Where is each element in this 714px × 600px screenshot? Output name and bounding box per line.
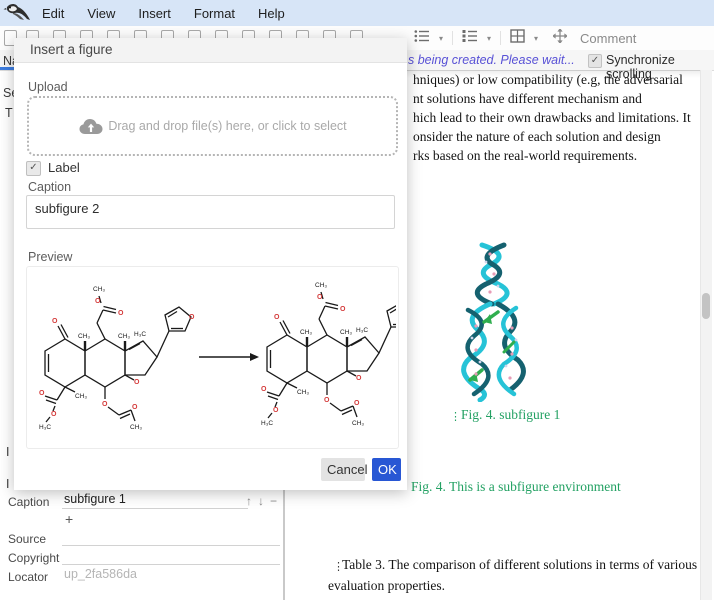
table-icon[interactable] [510,29,525,48]
prop-caption-label: Caption [8,495,49,509]
doc-text-line: hich lead to their own drawbacks and lim… [413,110,691,126]
menu-bar: Edit View Insert Format Help [0,0,714,26]
bullet-list-icon[interactable] [414,29,430,48]
prop-copyright-label: Copyright [8,551,59,565]
doc-text-line: hniques) or low compatibility (e.g, the … [413,72,683,88]
move-icon[interactable] [553,29,567,48]
table-caption-line-1: Table 3. The comparison of different sol… [342,557,697,573]
dna-figure-image[interactable] [452,242,532,407]
dropzone-hint-text: Drag and drop file(s) here, or click to … [108,119,346,133]
scrollbar-thumb[interactable] [702,293,710,319]
move-down-icon[interactable]: ↓ [258,494,264,508]
numbered-list-icon[interactable] [462,29,478,48]
toolbar-separator [500,31,501,45]
move-up-icon[interactable]: ↑ [246,494,252,508]
toolbar-separator [452,31,453,45]
prop-source-input[interactable] [62,529,280,546]
scrollbar-track[interactable] [700,70,712,600]
label-checkbox[interactable]: ✓ [26,161,41,176]
dialog-title: Insert a figure [30,42,113,57]
bullet-list-caret-icon[interactable]: ▾ [439,34,443,43]
cloud-upload-icon [78,117,104,136]
doc-text-line: nt solutions have different mechanism an… [413,91,642,107]
prop-locator-label: Locator [8,570,48,584]
preview-section-label: Preview [28,250,72,264]
menu-item-help[interactable]: Help [256,6,287,21]
prop-copyright-input[interactable] [62,548,280,565]
left-field-fragment-2: T [5,106,13,120]
caption-section-label: Caption [28,180,71,194]
menu-item-view[interactable]: View [85,6,117,21]
insert-figure-dialog: Insert a figure Upload Drag and drop fil… [14,38,407,490]
cancel-button[interactable]: Cancel [321,458,365,481]
active-tab-underline [0,67,14,70]
left-label-fragment-1: I [6,445,9,459]
status-message: s being created. Please wait... [408,53,575,67]
figure-drag-handle-icon[interactable]: ⋮ [450,410,461,423]
synchronize-scrolling-checkbox[interactable]: ✓ [588,54,602,68]
figure-caption-2[interactable]: Fig. 4. This is a subfigure environment [411,479,621,495]
label-checkbox-text: Label [48,160,80,175]
file-dropzone[interactable]: Drag and drop file(s) here, or click to … [27,96,398,156]
menu-item-edit[interactable]: Edit [40,6,66,21]
numbered-list-caret-icon[interactable]: ▾ [487,34,491,43]
comment-button[interactable]: Comment [580,31,636,46]
menu-item-format[interactable]: Format [192,6,237,21]
ok-button[interactable]: OK [372,458,401,481]
remove-icon[interactable]: − [270,494,277,508]
upload-section-label: Upload [28,80,68,94]
menu-item-insert[interactable]: Insert [136,6,173,21]
left-label-fragment-2: I [6,477,9,491]
caption-input[interactable]: subfigure 2 [26,195,395,229]
doc-text-line: rks based on the real-world requirements… [413,148,637,164]
dialog-header: Insert a figure [14,38,407,63]
prop-locator-input[interactable] [62,567,280,583]
figure-caption-1[interactable]: Fig. 4. subfigure 1 [461,407,560,423]
add-caption-button[interactable]: + [65,511,73,527]
figure-preview-image: CH₃ O O O CH₃ CH₃ H₃C O O CH₃ O O CH₃ O [26,266,399,449]
table-caption-line-2: evaluation properties. [328,578,445,594]
doc-text-line: onsider the nature of each solution and … [413,129,661,145]
app-window: Edit View Insert Format Help [0,0,714,600]
prop-caption-input[interactable] [62,492,248,509]
table-caret-icon[interactable]: ▾ [534,34,538,43]
prop-source-label: Source [8,532,46,546]
